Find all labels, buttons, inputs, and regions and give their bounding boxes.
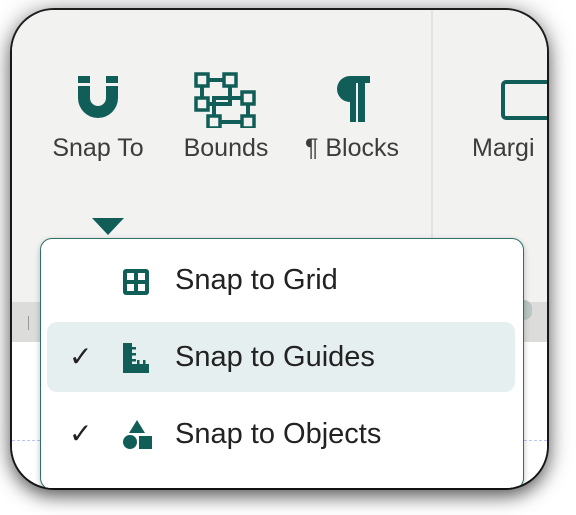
menu-item-snap-to-objects[interactable]: ✓ Snap to Objects <box>47 399 515 469</box>
bounds-icon <box>194 72 256 128</box>
dropdown-caret-icon <box>92 218 124 235</box>
blocks-label: ¶ Blocks <box>304 134 399 162</box>
checkmark-icon: ✓ <box>69 417 93 450</box>
magnet-icon <box>78 76 118 118</box>
menu-item-snap-to-grid[interactable]: Snap to Grid <box>47 245 515 315</box>
margins-label: Margi <box>472 134 535 162</box>
menu-item-label: Snap to Objects <box>175 418 382 450</box>
checkmark-icon: ✓ <box>69 340 93 373</box>
blocks-button[interactable]: ¶ Blocks <box>297 72 407 163</box>
margins-button[interactable]: Margi <box>472 72 547 163</box>
ruler-icon <box>123 343 149 373</box>
bounds-label: Bounds <box>183 134 269 162</box>
shapes-icon <box>123 420 152 449</box>
app-window: Snap To Bounds ¶ Blocks Margi Snap to Gr… <box>12 10 547 488</box>
pilcrow-icon <box>337 76 370 122</box>
snap-to-label: Snap To <box>52 134 144 162</box>
menu-item-snap-to-guides[interactable]: ✓ Snap to Guides <box>47 322 515 392</box>
snap-to-menu: Snap to Grid ✓ Snap to Guides ✓ Snap to … <box>40 238 524 488</box>
snap-to-button[interactable]: Snap To <box>48 72 148 163</box>
ruler-tick <box>28 316 29 330</box>
grid-icon <box>123 269 149 295</box>
menu-item-label: Snap to Grid <box>175 264 338 296</box>
bounds-button[interactable]: Bounds <box>174 72 278 163</box>
menu-item-label: Snap to Guides <box>175 341 375 373</box>
margins-icon <box>501 80 547 120</box>
